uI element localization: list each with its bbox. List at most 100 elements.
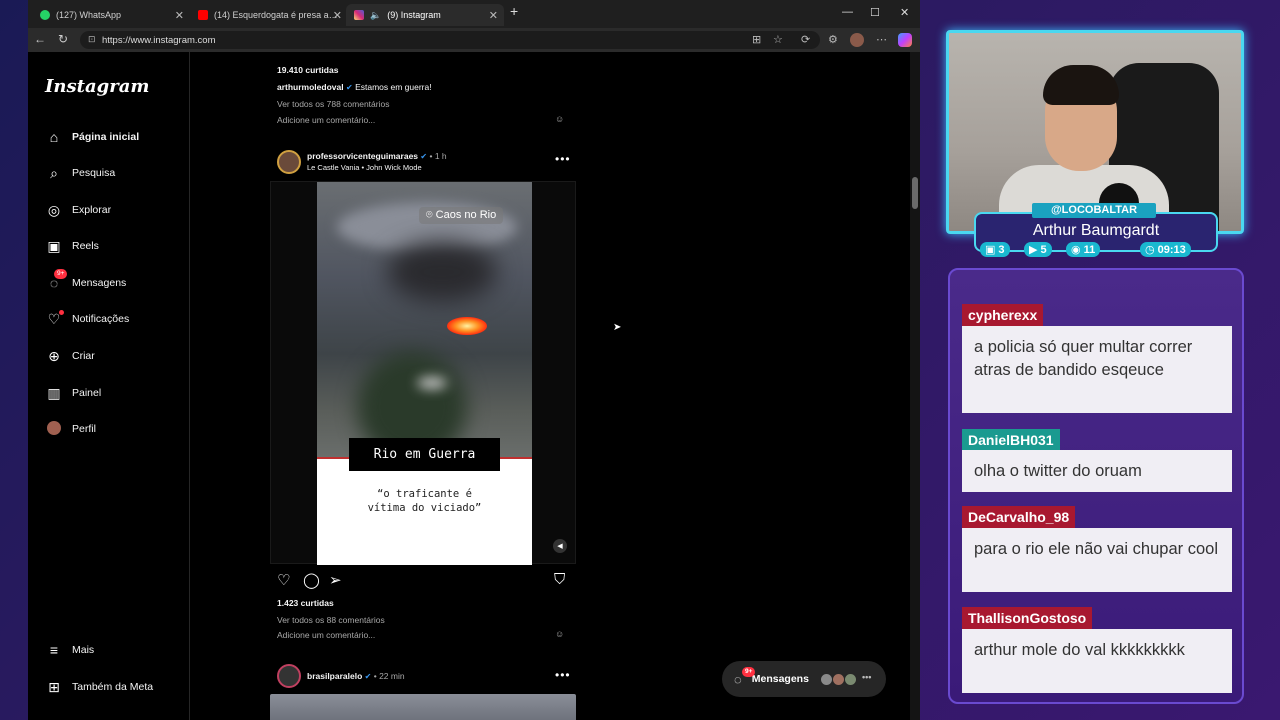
nav-search[interactable]: ⌕ Pesquisa: [45, 162, 115, 184]
stat-youtube: ▶ 5: [1024, 242, 1052, 257]
nav-label: Página inicial: [72, 131, 140, 143]
bookmark-icon[interactable]: ⛉: [554, 571, 565, 588]
stat-value: 3: [998, 243, 1005, 256]
nav-notifications[interactable]: ♡ Notificações: [45, 308, 129, 330]
post-likes[interactable]: 1.423 curtidas: [277, 598, 334, 608]
chat-username: ThallisonGostoso: [962, 607, 1093, 629]
profile-avatar[interactable]: [850, 33, 864, 47]
clock-icon: ◷: [1145, 244, 1155, 256]
settings-icon[interactable]: ⚙: [828, 33, 838, 46]
reload-icon[interactable]: ↻: [58, 32, 68, 46]
tab-youtube[interactable]: (14) Esquerdogata é presa após d ✕: [190, 4, 348, 26]
instagram-logo[interactable]: Instagram: [45, 76, 149, 97]
messenger-icon: ◌ 9+: [45, 269, 68, 291]
nav-more[interactable]: ≡ Mais: [45, 639, 94, 661]
more-options-icon[interactable]: •••: [555, 668, 571, 682]
verified-icon: ✔: [364, 672, 372, 681]
person-hair: [1043, 65, 1119, 105]
next-post-avatar[interactable]: [277, 664, 301, 688]
nav-dashboard[interactable]: ▥ Painel: [45, 382, 101, 404]
post-add-comment[interactable]: Adicione um comentário...: [277, 630, 375, 640]
next-post-header: brasilparalelo ✔ • 22 min: [307, 671, 405, 681]
messages-badge: 9+: [742, 666, 756, 677]
nav-label: Também da Meta: [72, 681, 154, 693]
nav-home[interactable]: ⌂ Página inicial: [45, 126, 139, 148]
like-icon[interactable]: ♡: [277, 571, 290, 589]
favorite-star-icon[interactable]: ☆: [773, 33, 783, 46]
close-window-icon[interactable]: ✕: [900, 6, 909, 19]
next-post-author[interactable]: brasilparalelo: [307, 671, 362, 681]
post-audio[interactable]: Le Castle Vania • John Wick Mode: [307, 163, 422, 172]
app-icon[interactable]: ⊞: [752, 33, 761, 46]
chat-message: a policia só quer multar correr atras de…: [962, 326, 1232, 413]
close-icon[interactable]: ✕: [333, 9, 342, 22]
tab-bar: (127) WhatsApp ✕ (14) Esquerdogata é pre…: [28, 0, 920, 28]
video-title: Rio em Guerra: [349, 438, 500, 471]
notification-dot: [59, 309, 64, 315]
close-icon[interactable]: ✕: [175, 9, 184, 22]
nav-messages[interactable]: ◌ 9+ Mensagens: [45, 269, 127, 294]
mute-icon[interactable]: ◀: [553, 539, 567, 553]
chat-username: cypherexx: [962, 304, 1044, 326]
nav-label: Pesquisa: [72, 167, 116, 179]
prev-post-comments-link[interactable]: Ver todos os 788 comentários: [277, 99, 389, 109]
prev-post-author[interactable]: arthurmoledoval: [277, 82, 344, 92]
nav-label: Notificações: [72, 313, 130, 325]
search-icon: ⌕: [50, 164, 58, 181]
maximize-icon[interactable]: ☐: [870, 6, 880, 19]
nav-explore[interactable]: ◎ Explorar: [45, 199, 111, 221]
location-text: Caos no Rio: [435, 209, 497, 221]
back-icon[interactable]: ←: [34, 32, 46, 46]
post-author-avatar[interactable]: [277, 150, 301, 174]
share-icon[interactable]: ➢: [329, 571, 342, 589]
next-post-media[interactable]: [270, 694, 576, 720]
close-icon[interactable]: ✕: [489, 9, 498, 22]
post-video[interactable]: ⌾ Caos no Rio Rio em Guerra “o traficant…: [317, 182, 532, 565]
post-comments-link[interactable]: Ver todos os 88 comentários: [277, 615, 385, 625]
site-info-icon[interactable]: ⊡: [88, 34, 96, 45]
nav-label: Mais: [72, 644, 95, 656]
extensions-icon[interactable]: ⟳: [801, 33, 810, 46]
instagram-icon: [354, 10, 364, 20]
tab-whatsapp[interactable]: (127) WhatsApp ✕: [32, 4, 190, 26]
url-text: https://www.instagram.com: [102, 34, 216, 46]
browser-window: (127) WhatsApp ✕ (14) Esquerdogata é pre…: [28, 0, 920, 720]
nav-profile[interactable]: Perfil: [45, 418, 96, 440]
whatsapp-icon: [40, 10, 50, 20]
prev-post-add-comment[interactable]: Adicione um comentário...: [277, 115, 375, 125]
nav-create[interactable]: ⊕ Criar: [45, 345, 95, 367]
speaker-icon[interactable]: 🔈: [370, 10, 381, 21]
compass-icon: ◎: [47, 201, 61, 218]
url-input[interactable]: ⊡ https://www.instagram.com: [80, 31, 820, 49]
video-quote: “o traficante é vítima do viciado”: [317, 487, 532, 515]
nav-reels[interactable]: ▣ Reels: [45, 235, 98, 257]
caption-text: Estamos em guerra!: [355, 82, 432, 92]
tab-instagram[interactable]: 🔈 (9) Instagram ✕: [346, 4, 504, 26]
scrollbar-thumb[interactable]: [912, 177, 918, 209]
plus-square-icon: ⊕: [48, 347, 60, 364]
stat-clock: ◷ 09:13: [1140, 242, 1191, 257]
minimize-icon[interactable]: —: [842, 6, 853, 18]
copilot-icon[interactable]: [898, 33, 912, 47]
scrollbar[interactable]: [910, 52, 920, 720]
youtube-icon: ▶: [1029, 244, 1038, 256]
new-tab-button[interactable]: +: [510, 3, 518, 19]
nav-meta[interactable]: ⊞ Também da Meta: [45, 676, 153, 698]
post-author[interactable]: professorvicenteguimaraes: [307, 151, 418, 161]
smoke-shape: [387, 242, 497, 302]
chat-message: olha o twitter do oruam: [962, 450, 1232, 492]
nav-label: Criar: [72, 350, 95, 362]
messages-pill[interactable]: ◌ 9+ Mensagens •••: [722, 661, 886, 697]
more-options-icon[interactable]: ⋯: [876, 33, 887, 46]
verified-icon: ✔: [420, 152, 428, 161]
post-video-frame[interactable]: ⌾ Caos no Rio Rio em Guerra “o traficant…: [270, 181, 576, 565]
prev-post-likes[interactable]: 19.410 curtidas: [277, 65, 338, 75]
twitch-icon: ▣: [985, 244, 996, 256]
stat-twitch: ▣ 3: [980, 242, 1010, 257]
nav-label: Mensagens: [72, 277, 127, 289]
chart-icon: ▥: [47, 384, 61, 401]
emoji-icon[interactable]: ☺: [555, 629, 564, 639]
more-options-icon[interactable]: •••: [555, 152, 571, 166]
emoji-icon[interactable]: ☺: [555, 114, 564, 124]
comment-icon[interactable]: ◯: [303, 571, 320, 589]
